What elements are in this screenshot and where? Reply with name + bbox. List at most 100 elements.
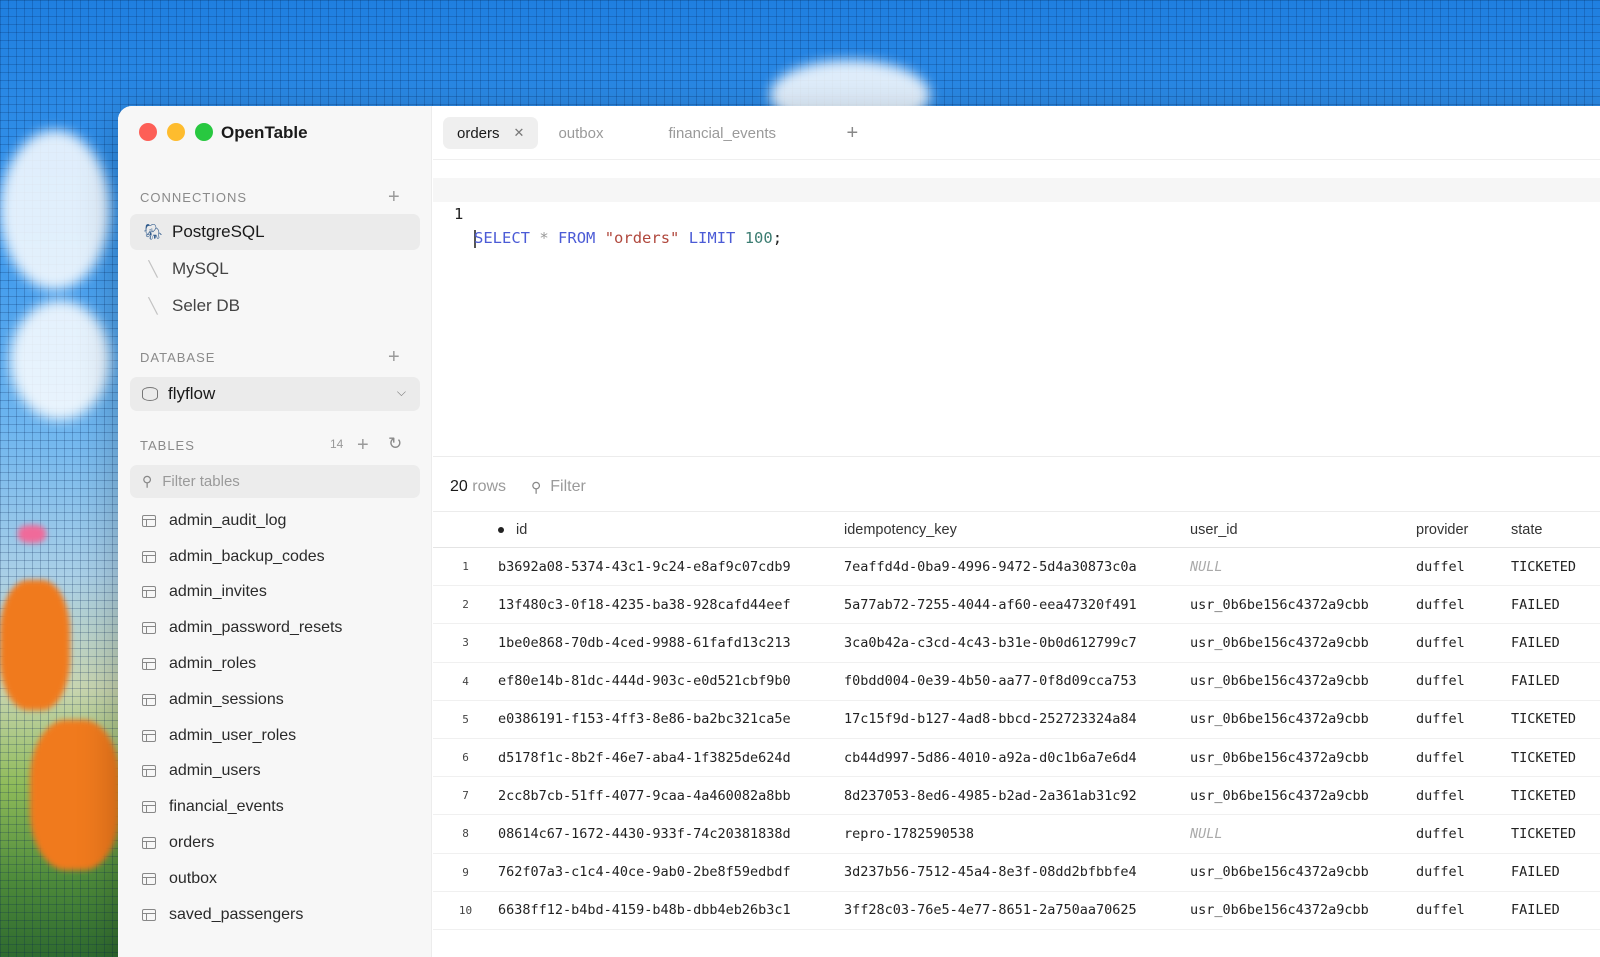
cell-idempotency-key[interactable]: 3ca0b42a-c3cd-4c43-b31e-0b0d612799c7 xyxy=(844,635,1190,651)
table-list-item[interactable]: saved_passengers xyxy=(130,897,420,933)
cell-idempotency-key[interactable]: 17c15f9d-b127-4ad8-bbcd-252723324a84 xyxy=(844,711,1190,727)
close-window-button[interactable] xyxy=(139,123,157,141)
cell-id[interactable]: 2cc8b7cb-51ff-4077-9caa-4a460082a8bb xyxy=(498,788,844,804)
cell-id[interactable]: ef80e14b-81dc-444d-903c-e0d521cbf9b0 xyxy=(498,673,844,689)
table-row[interactable]: 1 b3692a08-5374-43c1-9c24-e8af9c07cdb9 7ea… xyxy=(433,548,1600,587)
cell-provider[interactable]: duffel xyxy=(1416,750,1511,766)
table-list-item[interactable]: admin_password_resets xyxy=(130,610,420,646)
table-list-item[interactable]: orders xyxy=(130,825,420,861)
cell-id[interactable]: 13f480c3-0f18-4235-ba38-928cafd44eef xyxy=(498,597,844,613)
table-list-item[interactable]: outbox xyxy=(130,861,420,897)
table-row[interactable]: 2 13f480c3-0f18-4235-ba38-928cafd44eef 5a7… xyxy=(433,586,1600,625)
table-list-item[interactable]: admin_backup_codes xyxy=(130,539,420,575)
column-header-user-id[interactable]: user_id xyxy=(1190,522,1416,538)
cell-idempotency-key[interactable]: 5a77ab72-7255-4044-af60-eea47320f491 xyxy=(844,597,1190,613)
database-icon xyxy=(142,387,158,401)
close-icon[interactable]: ✕ xyxy=(514,125,525,141)
cell-provider[interactable]: duffel xyxy=(1416,902,1511,918)
cell-provider[interactable]: duffel xyxy=(1416,597,1511,613)
connection-item-seler-db[interactable]: ╲ Seler DB xyxy=(130,288,420,324)
cell-id[interactable]: d5178f1c-8b2f-46e7-aba4-1f3825de624d xyxy=(498,750,844,766)
cell-state[interactable]: TICKETED xyxy=(1511,788,1600,804)
cell-user-id[interactable]: usr_0b6be156c4372a9cbb xyxy=(1190,635,1416,651)
table-row[interactable]: 7 2cc8b7cb-51ff-4077-9caa-4a460082a8bb 8d2… xyxy=(433,777,1600,816)
row-number: 5 xyxy=(462,712,469,726)
column-header-id[interactable]: id xyxy=(498,522,844,538)
results-filter-button[interactable]: ⚲ Filter xyxy=(531,478,586,496)
table-list-item[interactable]: admin_users xyxy=(130,754,420,790)
table-row[interactable]: 3 1be0e868-70db-4ced-9988-61fafd13c213 3ca… xyxy=(433,624,1600,663)
filter-tables-input[interactable] xyxy=(162,473,393,490)
column-header-provider[interactable]: provider xyxy=(1416,522,1511,538)
cell-state[interactable]: FAILED xyxy=(1511,673,1600,689)
cell-id[interactable]: 762f07a3-c1c4-40ce-9ab0-2be8f59edbdf xyxy=(498,864,844,880)
cell-user-id[interactable]: NULL xyxy=(1190,559,1416,575)
sql-editor[interactable]: 1 SELECT * FROM "orders" LIMIT 100; xyxy=(433,178,1600,248)
table-list-item[interactable]: admin_roles xyxy=(130,646,420,682)
column-header-idempotency-key[interactable]: idempotency_key xyxy=(844,522,1190,538)
cell-provider[interactable]: duffel xyxy=(1416,635,1511,651)
zoom-window-button[interactable] xyxy=(195,123,213,141)
cell-idempotency-key[interactable]: 7eaffd4d-0ba9-4996-9472-5d4a30873c0a xyxy=(844,559,1190,575)
cell-user-id[interactable]: usr_0b6be156c4372a9cbb xyxy=(1190,788,1416,804)
cell-id[interactable]: 08614c67-1672-4430-933f-74c20381838d xyxy=(498,826,844,842)
cell-provider[interactable]: duffel xyxy=(1416,711,1511,727)
cell-state[interactable]: FAILED xyxy=(1511,635,1600,651)
table-icon xyxy=(142,622,156,635)
cell-user-id[interactable]: usr_0b6be156c4372a9cbb xyxy=(1190,750,1416,766)
table-row[interactable]: 5 e0386191-f153-4ff3-8e86-ba2bc321ca5e 17c… xyxy=(433,701,1600,739)
table-list-item[interactable]: financial_events xyxy=(130,789,420,825)
cell-idempotency-key[interactable]: 8d237053-8ed6-4985-b2ad-2a361ab31c92 xyxy=(844,788,1190,804)
cell-id[interactable]: b3692a08-5374-43c1-9c24-e8af9c07cdb9 xyxy=(498,559,844,575)
cell-user-id[interactable]: usr_0b6be156c4372a9cbb xyxy=(1190,864,1416,880)
table-list-item[interactable]: admin_invites xyxy=(130,575,420,611)
connection-item-postgresql[interactable]: 🐘︎ PostgreSQL xyxy=(130,214,420,250)
cell-idempotency-key[interactable]: 3ff28c03-76e5-4e77-8651-2a750aa70625 xyxy=(844,902,1190,918)
tab-orders[interactable]: orders ✕ xyxy=(443,117,539,149)
cell-state[interactable]: TICKETED xyxy=(1511,559,1600,575)
cell-idempotency-key[interactable]: f0bdd004-0e39-4b50-aa77-0f8d09cca753 xyxy=(844,673,1190,689)
refresh-icon[interactable]: ↻ xyxy=(388,434,402,454)
cell-provider[interactable]: duffel xyxy=(1416,673,1511,689)
cell-state[interactable]: TICKETED xyxy=(1511,826,1600,842)
new-tab-plus-icon[interactable]: + xyxy=(846,122,858,145)
cell-user-id[interactable]: usr_0b6be156c4372a9cbb xyxy=(1190,597,1416,613)
cell-id[interactable]: 1be0e868-70db-4ced-9988-61fafd13c213 xyxy=(498,635,844,651)
cell-provider[interactable]: duffel xyxy=(1416,788,1511,804)
connection-item-mysql[interactable]: ╲ MySQL xyxy=(130,251,420,287)
cell-state[interactable]: FAILED xyxy=(1511,597,1600,613)
table-row[interactable]: 8 08614c67-1672-4430-933f-74c20381838d rep… xyxy=(433,815,1600,854)
cell-user-id[interactable]: usr_0b6be156c4372a9cbb xyxy=(1190,902,1416,918)
cell-provider[interactable]: duffel xyxy=(1416,864,1511,880)
add-connection-plus-icon[interactable]: + xyxy=(388,187,400,207)
cell-id[interactable]: 6638ff12-b4bd-4159-b48b-dbb4eb26b3c1 xyxy=(498,902,844,918)
cell-user-id[interactable]: NULL xyxy=(1190,826,1416,842)
cell-user-id[interactable]: usr_0b6be156c4372a9cbb xyxy=(1190,673,1416,689)
cell-state[interactable]: FAILED xyxy=(1511,864,1600,880)
table-row[interactable]: 9 762f07a3-c1c4-40ce-9ab0-2be8f59edbdf 3d2… xyxy=(433,854,1600,892)
minimize-window-button[interactable] xyxy=(167,123,185,141)
cell-state[interactable]: FAILED xyxy=(1511,902,1600,918)
table-row[interactable]: 6 d5178f1c-8b2f-46e7-aba4-1f3825de624d cb4… xyxy=(433,739,1600,778)
table-list-item[interactable]: admin_sessions xyxy=(130,682,420,718)
tab-outbox[interactable]: outbox xyxy=(544,117,648,149)
table-name: saved_passengers xyxy=(169,905,304,923)
cell-idempotency-key[interactable]: repro-1782590538 xyxy=(844,826,1190,842)
cell-id[interactable]: e0386191-f153-4ff3-8e86-ba2bc321ca5e xyxy=(498,711,844,727)
cell-user-id[interactable]: usr_0b6be156c4372a9cbb xyxy=(1190,711,1416,727)
add-database-plus-icon[interactable]: + xyxy=(388,347,400,367)
cell-state[interactable]: TICKETED xyxy=(1511,711,1600,727)
table-list-item[interactable]: admin_audit_log xyxy=(130,503,420,539)
database-select[interactable]: flyflow ⌵ xyxy=(130,377,420,411)
cell-state[interactable]: TICKETED xyxy=(1511,750,1600,766)
tab-financial-events[interactable]: financial_events xyxy=(654,117,826,149)
cell-idempotency-key[interactable]: 3d237b56-7512-45a4-8e3f-08dd2bfbbfe4 xyxy=(844,864,1190,880)
column-header-state[interactable]: state xyxy=(1511,522,1600,538)
cell-provider[interactable]: duffel xyxy=(1416,826,1511,842)
table-row[interactable]: 10 6638ff12-b4bd-4159-b48b-dbb4eb26b3c1 3f… xyxy=(433,892,1600,930)
table-list-item[interactable]: admin_user_roles xyxy=(130,718,420,754)
cell-idempotency-key[interactable]: cb44d997-5d86-4010-a92a-d0c1b6a7e6d4 xyxy=(844,750,1190,766)
add-table-plus-icon[interactable]: + xyxy=(357,435,369,455)
table-row[interactable]: 4 ef80e14b-81dc-444d-903c-e0d521cbf9b0 f0b… xyxy=(433,663,1600,701)
cell-provider[interactable]: duffel xyxy=(1416,559,1511,575)
